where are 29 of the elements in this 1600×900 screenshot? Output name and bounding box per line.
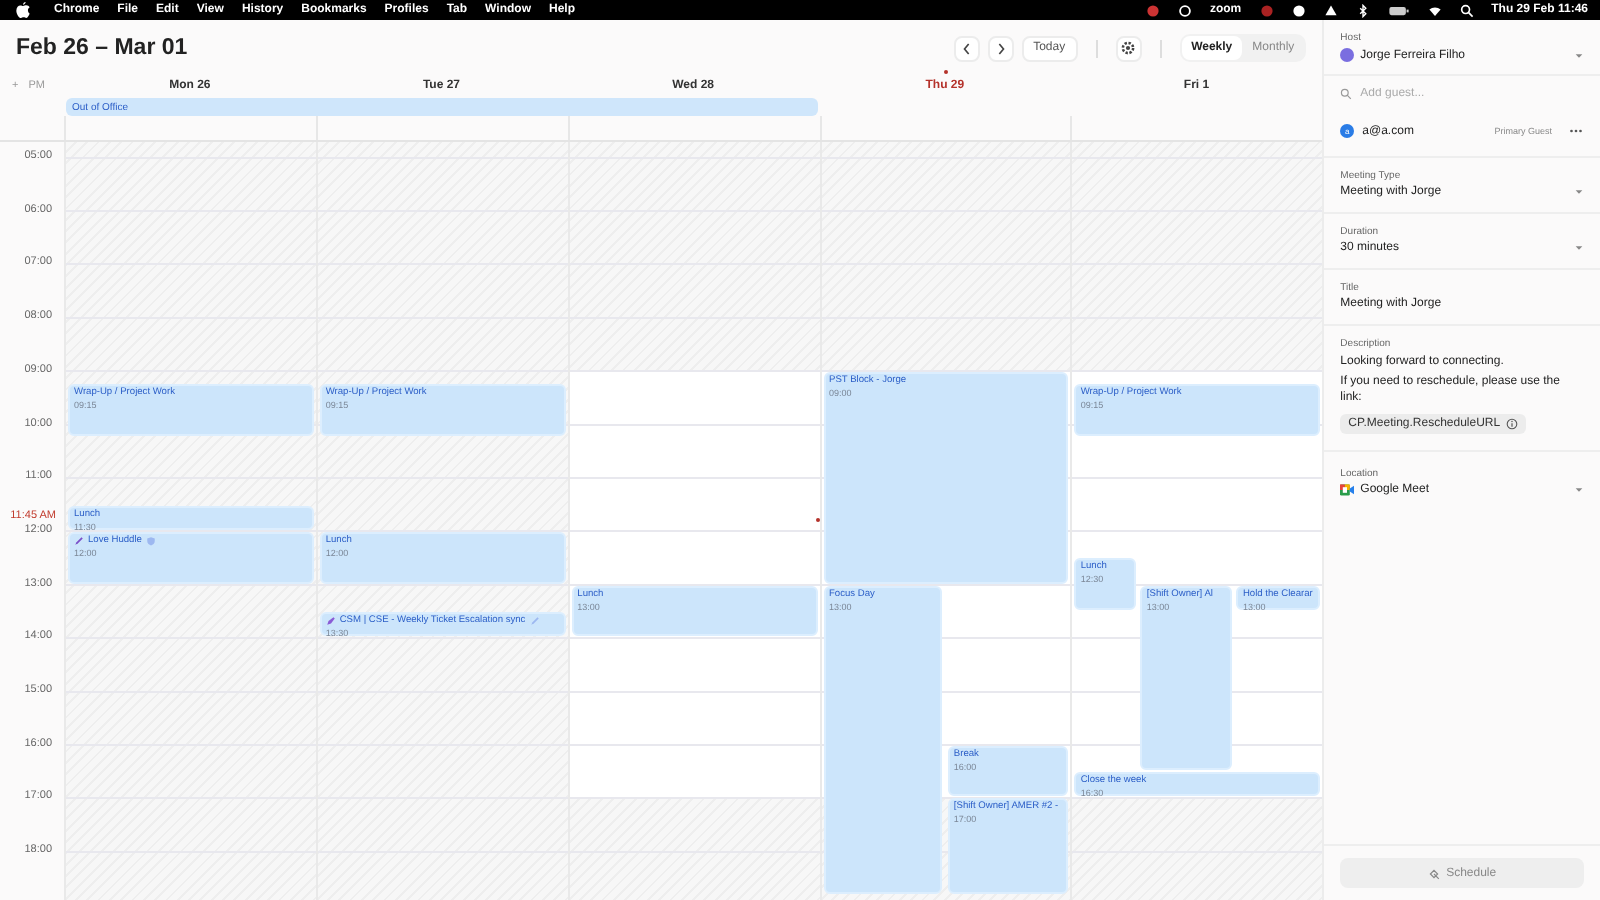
caret-icon[interactable]: [1574, 486, 1584, 494]
search-icon: [1340, 88, 1353, 100]
week-title: Feb 26 – Mar 01: [16, 36, 188, 60]
pen-icon: [74, 536, 84, 547]
current-time-marker: [816, 518, 820, 523]
settings-icon: [1120, 40, 1137, 56]
chevron-right-icon: [995, 41, 1006, 55]
shield-icon: [145, 536, 156, 547]
apple-icon[interactable]: [16, 2, 30, 18]
search-icon[interactable]: [1459, 3, 1474, 17]
info-icon: [1506, 418, 1519, 430]
caret-icon[interactable]: [1574, 188, 1584, 196]
app-icon[interactable]: [1291, 3, 1306, 17]
battery-icon[interactable]: [1387, 3, 1410, 17]
next-button[interactable]: [987, 35, 1014, 61]
caret-icon[interactable]: [1574, 51, 1584, 59]
more-icon[interactable]: [1568, 128, 1584, 134]
pen-icon: [529, 616, 540, 627]
schedule-icon: [1428, 867, 1441, 879]
settings-button[interactable]: [1115, 35, 1142, 61]
app-icon[interactable]: [1177, 3, 1192, 17]
video-camera-icon: [1340, 484, 1355, 496]
chevron-left-icon: [961, 41, 972, 55]
bluetooth-icon[interactable]: [1355, 3, 1370, 17]
caret-icon[interactable]: [1574, 244, 1584, 252]
wifi-icon[interactable]: [1427, 3, 1442, 17]
host-avatar: [1340, 48, 1355, 62]
record-icon[interactable]: [1259, 3, 1274, 17]
previous-button[interactable]: [953, 35, 980, 61]
